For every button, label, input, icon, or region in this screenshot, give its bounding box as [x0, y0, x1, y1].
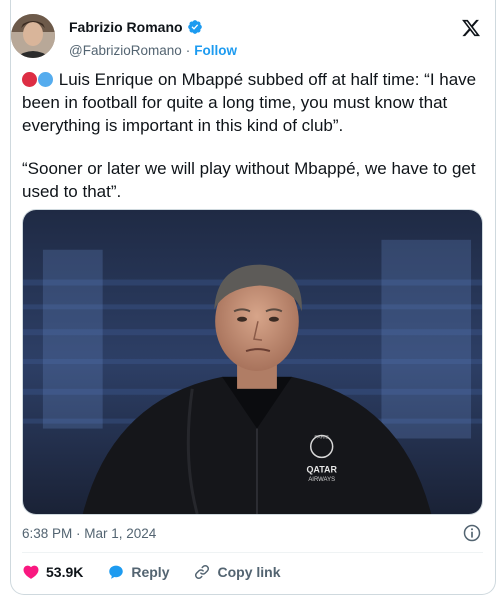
reply-label: Reply [131, 564, 170, 580]
likes-count: 53.9K [46, 564, 84, 580]
tweet-paragraph-2: “Sooner or later we will play without Mb… [22, 159, 476, 201]
display-name-row: Fabrizio Romano [69, 17, 237, 37]
blue-circle-emoji [38, 72, 53, 87]
handle[interactable]: @FabrizioRomano [69, 43, 182, 58]
action-bar: 53.9K Reply Copy link [22, 560, 305, 584]
info-icon[interactable] [462, 523, 482, 543]
avatar[interactable] [11, 14, 55, 58]
tweet-photo[interactable]: PARIS QATAR AIRWAYS [22, 209, 483, 515]
link-icon [195, 564, 210, 580]
sponsor-line-2: AIRWAYS [308, 477, 335, 483]
handle-row: @FabrizioRomano · Follow [69, 41, 237, 59]
like-button[interactable]: 53.9K [22, 563, 83, 581]
tweet-text: Luis Enrique on Mbappé subbed off at hal… [22, 68, 482, 203]
crest-text: PARIS [314, 435, 329, 441]
tweet-timestamp[interactable]: 6:38 PM · Mar 1, 2024 [22, 526, 156, 541]
copy-link-button[interactable]: Copy link [193, 563, 281, 581]
display-name[interactable]: Fabrizio Romano [69, 19, 183, 35]
verified-badge-icon [187, 19, 203, 35]
red-circle-emoji [22, 72, 37, 87]
tweet-paragraph-1: Luis Enrique on Mbappé subbed off at hal… [22, 68, 482, 137]
heart-icon [23, 565, 39, 579]
separator-dot: · [185, 42, 191, 58]
reply-icon [109, 565, 124, 579]
x-logo-icon[interactable] [461, 18, 481, 38]
copy-link-label: Copy link [217, 564, 281, 580]
divider [22, 552, 483, 553]
author-names: Fabrizio Romano @FabrizioRomano · Follow [69, 17, 237, 59]
tweet-header: Fabrizio Romano @FabrizioRomano · Follow [11, 14, 487, 60]
follow-button[interactable]: Follow [194, 43, 237, 58]
tweet-paragraph-1-text: Luis Enrique on Mbappé subbed off at hal… [22, 70, 477, 135]
reply-button[interactable]: Reply [107, 563, 169, 581]
sponsor-line-1: QATAR [306, 464, 337, 474]
